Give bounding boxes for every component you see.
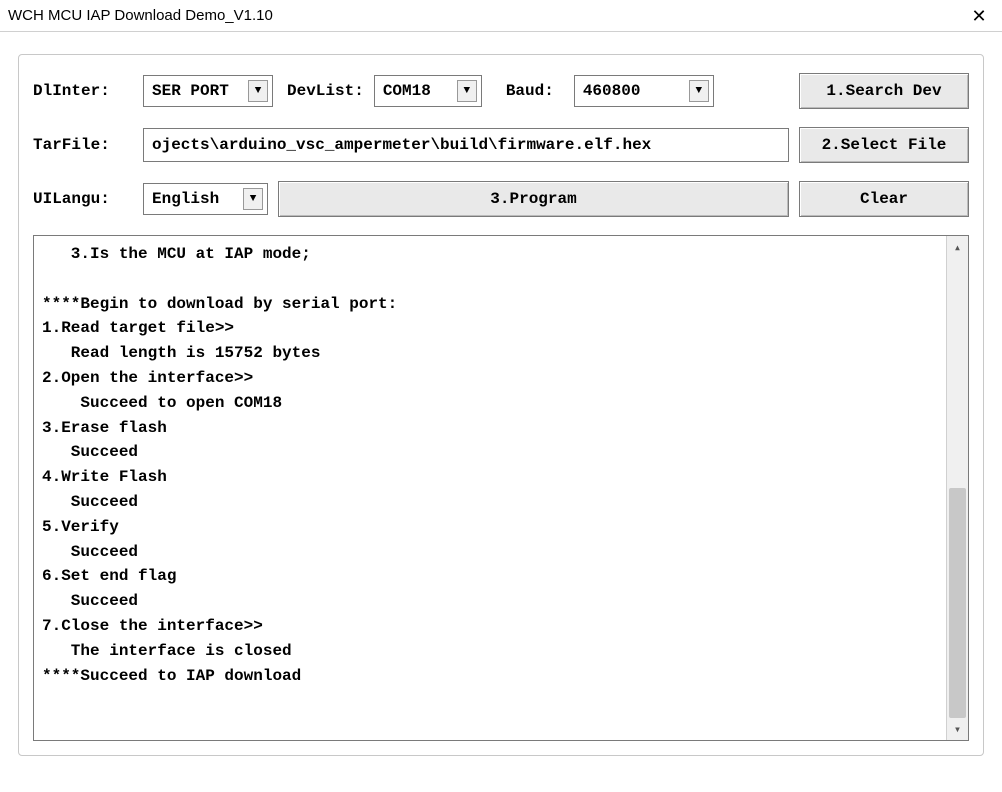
row-tarfile: TarFile: ojects\arduino_vsc_ampermeter\b… [33, 127, 969, 163]
clear-button[interactable]: Clear [799, 181, 969, 217]
title-bar: WCH MCU IAP Download Demo_V1.10 ✕ [0, 0, 1002, 32]
devlist-value: COM18 [383, 82, 431, 100]
dlinter-select[interactable]: SER PORT ▼ [143, 75, 273, 107]
select-file-button[interactable]: 2.Select File [799, 127, 969, 163]
devlist-select[interactable]: COM18 ▼ [374, 75, 482, 107]
uilangu-label: UILangu: [33, 190, 133, 208]
devlist-label: DevList: [287, 82, 364, 100]
baud-value: 460800 [583, 82, 641, 100]
scroll-down-arrow-icon[interactable]: ▾ [947, 718, 968, 740]
window-title: WCH MCU IAP Download Demo_V1.10 [8, 7, 273, 24]
program-button[interactable]: 3.Program [278, 181, 789, 217]
baud-select[interactable]: 460800 ▼ [574, 75, 714, 107]
close-icon: ✕ [971, 7, 986, 25]
log-text: 3.Is the MCU at IAP mode; ****Begin to d… [34, 236, 946, 740]
dlinter-label: DlInter: [33, 82, 133, 100]
dropdown-arrow-icon: ▼ [243, 188, 263, 210]
uilangu-select[interactable]: English ▼ [143, 183, 268, 215]
dlinter-value: SER PORT [152, 82, 229, 100]
row-dlinter: DlInter: SER PORT ▼ DevList: COM18 ▼ Bau… [33, 73, 969, 109]
tarfile-input[interactable]: ojects\arduino_vsc_ampermeter\build\firm… [143, 128, 789, 162]
uilangu-value: English [152, 190, 219, 208]
baud-label: Baud: [506, 82, 554, 100]
log-output: 3.Is the MCU at IAP mode; ****Begin to d… [33, 235, 969, 741]
dropdown-arrow-icon: ▼ [248, 80, 268, 102]
scroll-up-arrow-icon[interactable]: ▴ [947, 236, 968, 258]
vertical-scrollbar[interactable]: ▴ ▾ [946, 236, 968, 740]
dropdown-arrow-icon: ▼ [689, 80, 709, 102]
main-panel: DlInter: SER PORT ▼ DevList: COM18 ▼ Bau… [18, 54, 984, 756]
scroll-thumb[interactable] [949, 488, 966, 718]
dropdown-arrow-icon: ▼ [457, 80, 477, 102]
close-button[interactable]: ✕ [956, 0, 1002, 32]
tarfile-label: TarFile: [33, 136, 133, 154]
tarfile-value: ojects\arduino_vsc_ampermeter\build\firm… [152, 136, 651, 154]
row-uilangu: UILangu: English ▼ 3.Program Clear [33, 181, 969, 217]
search-dev-button[interactable]: 1.Search Dev [799, 73, 969, 109]
